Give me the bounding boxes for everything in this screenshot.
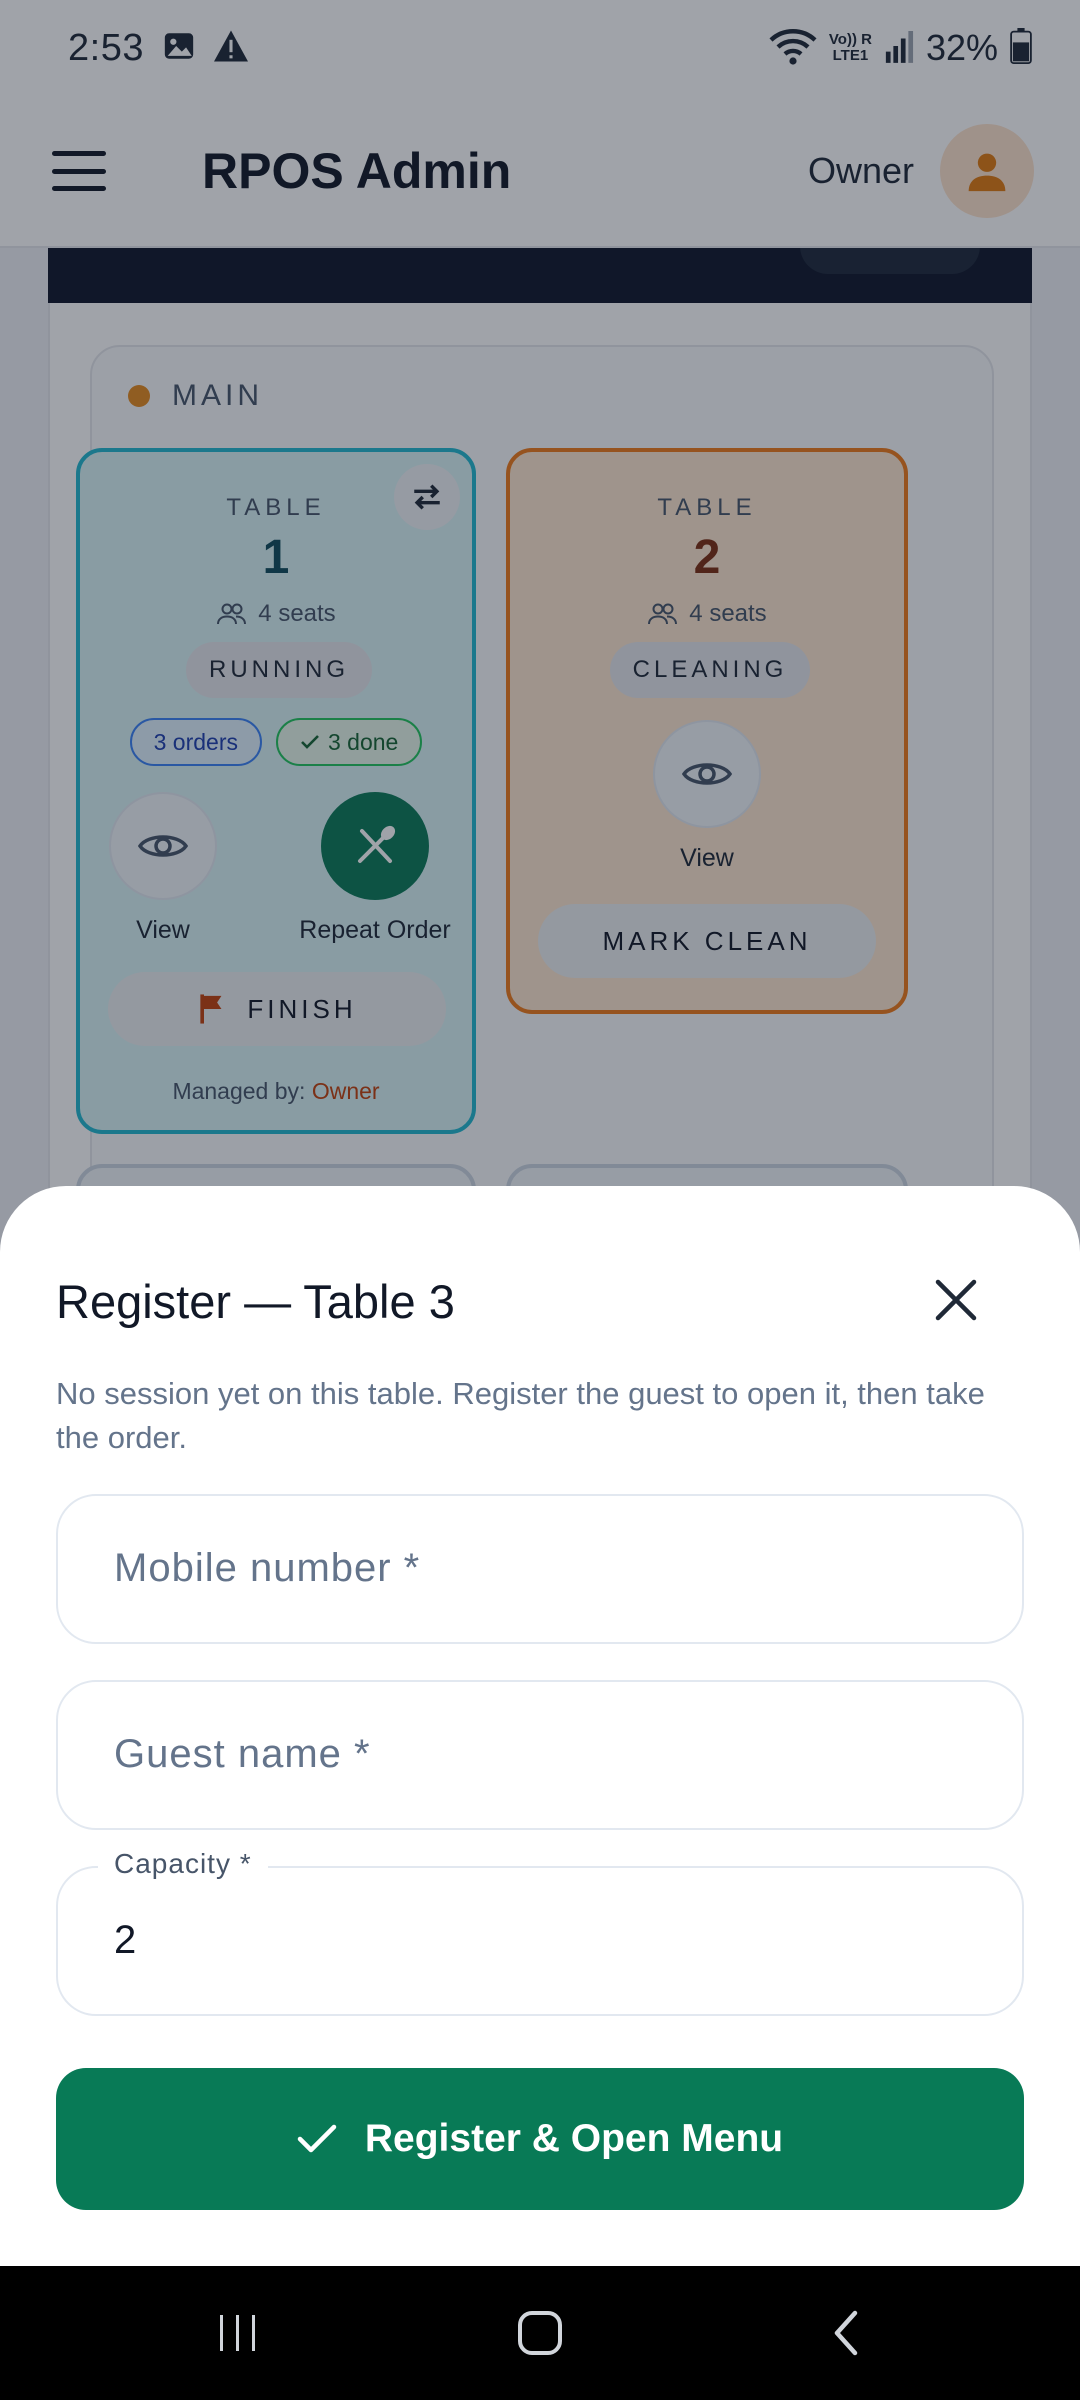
back-button[interactable] [806,2296,886,2370]
close-icon [935,1279,977,1321]
back-icon [834,2310,858,2356]
home-icon [518,2311,562,2355]
mobile-number-field[interactable]: Mobile number * [56,1494,1024,1644]
capacity-field[interactable]: Capacity * 2 [56,1848,1024,2016]
capacity-value: 2 [114,1918,137,1962]
recent-apps-icon [220,2315,255,2351]
home-button[interactable] [500,2296,580,2370]
recent-apps-button[interactable] [198,2296,278,2370]
navigation-bar [0,2266,1080,2400]
sheet-title: Register — Table 3 [56,1275,455,1328]
register-open-menu-button[interactable]: Register & Open Menu [56,2068,1024,2210]
guest-name-placeholder: Guest name * [114,1732,371,1776]
register-sheet: Register — Table 3 No session yet on thi… [0,1186,1080,2266]
register-button-label: Register & Open Menu [364,2117,784,2160]
close-button[interactable] [920,1264,992,1336]
sheet-description: No session yet on this table. Register t… [56,1376,985,1455]
mobile-number-placeholder: Mobile number * [114,1546,421,1590]
capacity-label: Capacity * [98,1848,268,1880]
guest-name-field[interactable]: Guest name * [56,1680,1024,1830]
check-icon [297,2124,337,2153]
